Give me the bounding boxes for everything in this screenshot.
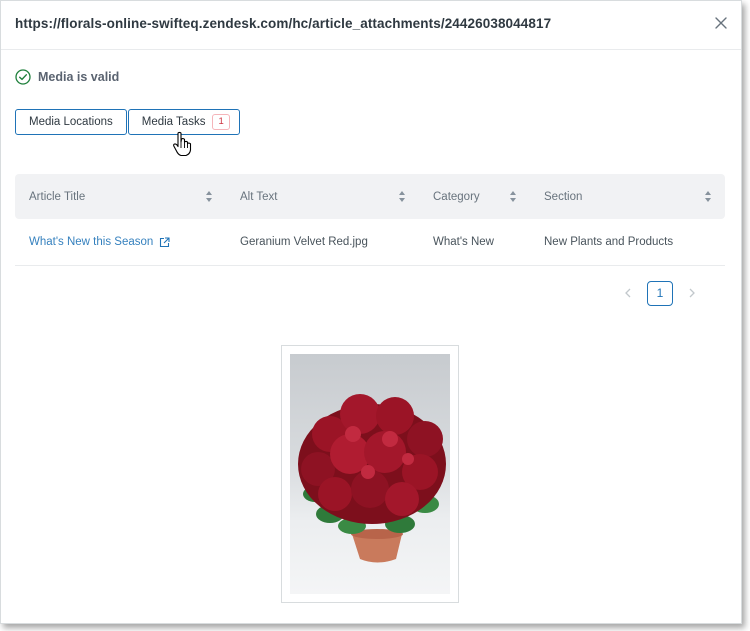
tab-label: Media Tasks [141,116,206,128]
column-label: Category [433,190,480,203]
section-cell: New Plants and Products [544,236,674,248]
task-count-badge: 1 [212,114,230,130]
column-label: Alt Text [240,190,278,203]
modal-header: https://florals-online-swifteq.zendesk.c… [1,1,741,50]
table-header: Article Title Alt Text Category Section [15,174,725,219]
media-modal: https://florals-online-swifteq.zendesk.c… [0,0,742,624]
chevron-right-icon [689,288,695,298]
column-header-category[interactable]: Category [419,174,530,219]
tab-media-locations[interactable]: Media Locations [15,109,127,135]
pagination: 1 [615,280,705,306]
table-row: What's New this Season Geranium Velvet R… [15,219,725,266]
category-cell: What's New [433,236,494,248]
column-header-article-title[interactable]: Article Title [15,174,226,219]
media-preview-image [290,354,450,594]
article-title-link[interactable]: What's New this Season [15,236,226,248]
modal-title: https://florals-online-swifteq.zendesk.c… [15,16,552,31]
previous-page-button[interactable] [615,280,641,306]
tab-label: Media Locations [29,116,113,128]
column-header-section[interactable]: Section [530,174,725,219]
media-table: Article Title Alt Text Category Section … [15,174,725,266]
article-title-text: What's New this Season [29,236,154,248]
flower-pot-image [298,394,446,563]
sort-icon[interactable] [509,190,517,203]
next-page-button[interactable] [679,280,705,306]
hand-pointer-icon [173,131,192,157]
validity-label: Media is valid [38,70,120,84]
page-button-current[interactable]: 1 [647,280,673,306]
close-icon[interactable] [713,15,729,31]
tab-list: Media Locations Media Tasks 1 [15,109,240,135]
chevron-left-icon [625,288,631,298]
external-link-icon[interactable] [159,236,170,248]
sort-icon[interactable] [205,190,213,203]
column-header-alt-text[interactable]: Alt Text [226,174,419,219]
alt-text-cell: Geranium Velvet Red.jpg [240,236,368,248]
column-label: Article Title [29,190,86,203]
validity-status: Media is valid [15,69,119,85]
sort-icon[interactable] [704,190,712,203]
sort-icon[interactable] [398,190,406,203]
check-circle-icon [15,69,31,85]
column-label: Section [544,190,583,203]
media-preview [281,345,459,603]
